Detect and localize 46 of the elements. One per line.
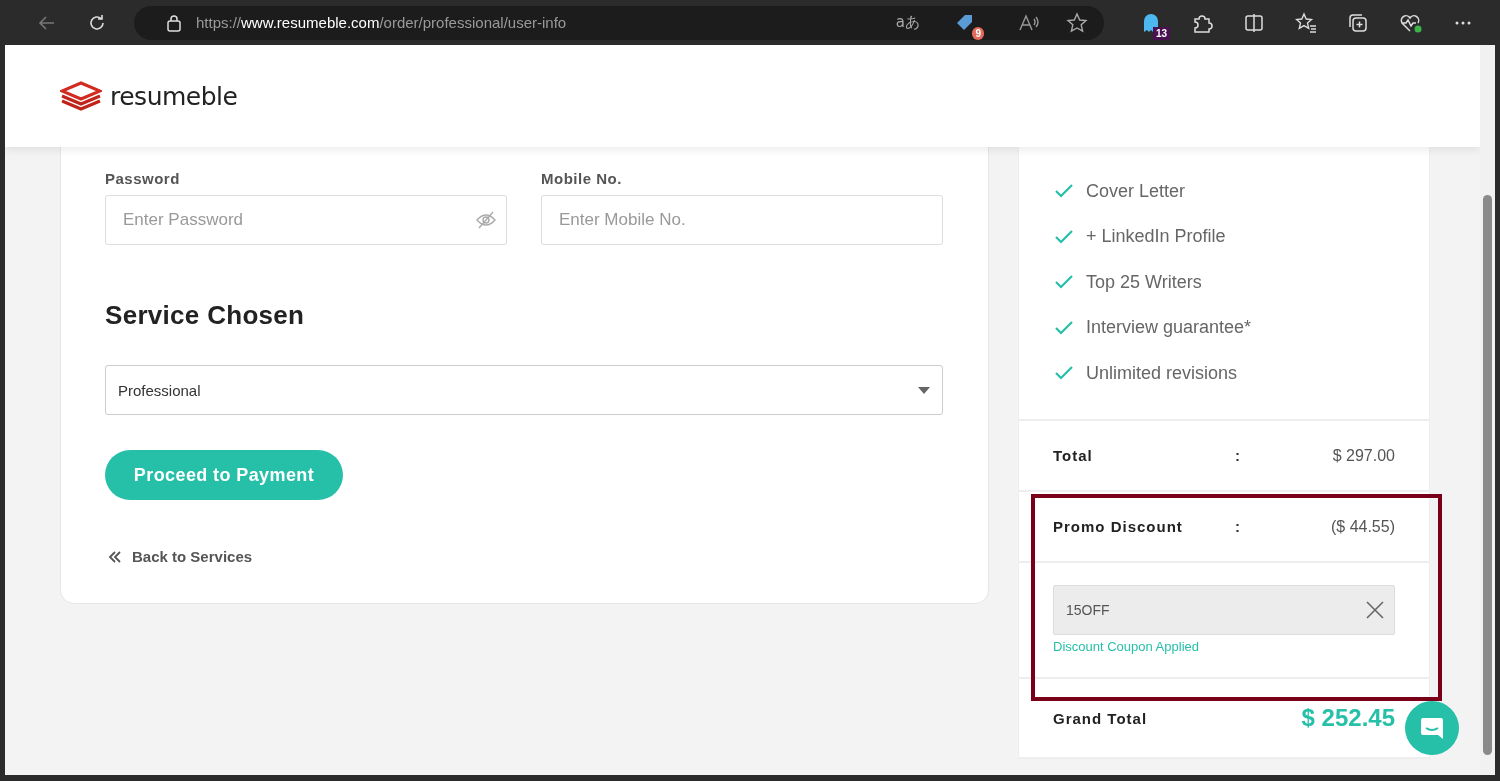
notification-badge: 9 <box>972 26 984 40</box>
check-icon <box>1055 320 1073 335</box>
close-icon[interactable] <box>1366 601 1384 619</box>
scroll-thumb[interactable] <box>1483 195 1492 755</box>
chat-icon <box>1419 715 1445 741</box>
summary-label: Promo Discount <box>1053 518 1184 535</box>
summary-value: ($ 44.55) <box>1329 517 1395 536</box>
grand-total-label: Grand Total <box>1053 709 1148 727</box>
check-icon <box>1055 366 1073 381</box>
layers-logo-icon <box>60 81 102 111</box>
summary-value: $ 297.00 <box>1331 446 1395 465</box>
section-title: Service Chosen <box>105 300 306 331</box>
feature-text: Interview guarantee* <box>1086 317 1252 339</box>
address-bar[interactable]: https://www.resumeble.com/order/professional/user-info aあ 9 <box>134 5 1104 40</box>
coupon-status: Discount Coupon Applied <box>1053 639 1200 654</box>
caret-icon <box>918 386 930 394</box>
separator: : <box>1235 518 1241 535</box>
feature-text: Cover Letter <box>1086 180 1186 202</box>
check-icon <box>1055 229 1073 244</box>
password-field[interactable]: Enter Password <box>105 195 507 245</box>
reload-icon[interactable] <box>87 12 107 33</box>
brand-name[interactable]: resumeble <box>110 81 238 111</box>
star-icon[interactable] <box>1066 11 1088 34</box>
lock-icon <box>166 13 182 32</box>
notification-badge: 13 <box>1152 26 1170 40</box>
read-aloud-icon[interactable] <box>1018 12 1040 33</box>
collections-icon[interactable] <box>1347 11 1369 34</box>
translate-icon[interactable]: aあ <box>895 13 920 32</box>
field-label: Mobile No. <box>541 170 623 187</box>
double-chevron-icon <box>108 550 122 563</box>
feature-text: + LinkedIn Profile <box>1086 226 1226 248</box>
service-dropdown[interactable]: Professional <box>105 365 943 415</box>
split-screen-icon[interactable] <box>1243 11 1265 34</box>
check-icon <box>1055 275 1073 290</box>
back-link[interactable]: Back to Services <box>132 548 253 565</box>
input-field[interactable]: Enter Mobile No. <box>541 195 943 245</box>
grand-total-value: $ 252.45 <box>1301 704 1395 732</box>
feature-text: Top 25 Writers <box>1086 271 1202 293</box>
feature-text: Unlimited revisions <box>1086 362 1238 384</box>
coupon-field[interactable]: 15OFF <box>1053 585 1395 635</box>
field-label: Password <box>105 170 181 187</box>
url-text: https://www.resumeble.com/order/professional/user-info <box>196 14 567 31</box>
check-icon <box>1055 184 1073 199</box>
separator: : <box>1235 447 1241 464</box>
favorites-icon[interactable] <box>1295 11 1317 34</box>
summary-label: Total <box>1053 447 1094 464</box>
